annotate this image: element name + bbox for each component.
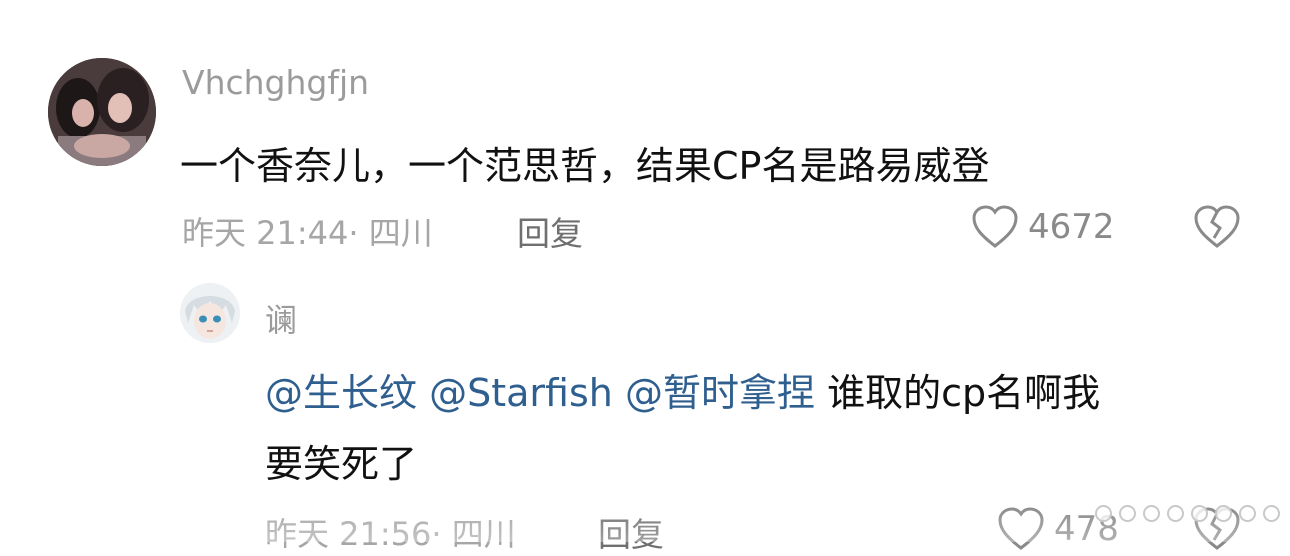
mention-link[interactable]: @Starfish (429, 371, 613, 415)
mention-link[interactable]: @生长纹 (265, 371, 417, 415)
avatar[interactable] (48, 58, 156, 166)
watermark-dot (1191, 504, 1208, 522)
reply-username[interactable]: 谰 (265, 295, 297, 341)
comment-time-location: 昨天 21:44· 四川 (182, 214, 433, 252)
avatar-photo-icon (48, 58, 156, 166)
reply-reply-button[interactable]: 回复 (598, 508, 664, 556)
reply-text: 谁取的cp名啊我 (827, 371, 1101, 415)
watermark-dot (1215, 504, 1232, 522)
watermark-dot (1095, 504, 1112, 522)
reply-avatar-art-icon (180, 283, 240, 343)
mention-link[interactable]: @暂时拿捏 (625, 371, 815, 415)
watermark-dot (1263, 504, 1280, 522)
watermark-dot (1239, 504, 1256, 522)
watermark-dot (1119, 504, 1136, 522)
comment-like-count: 4672 (1028, 207, 1115, 247)
watermark-dot (1167, 504, 1184, 522)
comment-text: 一个香奈儿，一个范思哲，结果CP名是路易威登 (180, 144, 990, 188)
reply-text-line1: @生长纹 @Starfish @暂时拿捏 谁取的cp名啊我 (265, 362, 1100, 417)
watermark-dots (1095, 493, 1285, 533)
reply-text-line2: 要笑死了 (265, 442, 418, 486)
comment-username[interactable]: Vhchghgfjn (182, 63, 369, 102)
comment-reply-button[interactable]: 回复 (517, 207, 583, 255)
heart-outline-icon[interactable] (970, 204, 1020, 250)
watermark-dot (1143, 504, 1160, 522)
broken-heart-icon[interactable] (1192, 204, 1242, 250)
reply-avatar[interactable] (180, 283, 240, 343)
reply-time-location: 昨天 21:56· 四川 (265, 515, 516, 553)
heart-outline-icon[interactable] (996, 506, 1046, 552)
